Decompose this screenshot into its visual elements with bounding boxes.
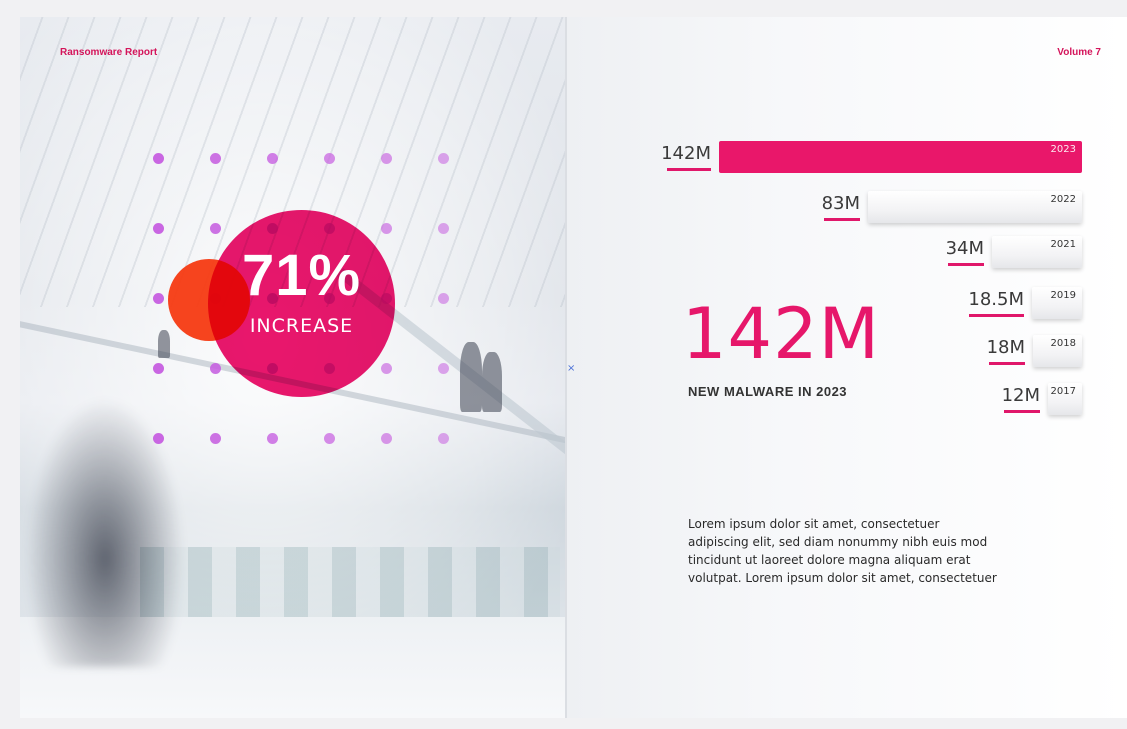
bar-year-label: 2022: [1050, 194, 1076, 205]
bar-2021: 2021: [992, 236, 1082, 268]
grid-dot: [324, 153, 335, 164]
bar-value-underline: [948, 263, 984, 266]
bar-value-label: 83M: [821, 193, 860, 214]
increase-percent: 71%: [241, 243, 362, 308]
grid-dot: [438, 153, 449, 164]
bar-year-label: 2023: [1050, 144, 1076, 155]
increase-label: INCREASE: [249, 315, 354, 337]
big-stat-number: 142M: [682, 293, 881, 375]
bar-value-label: 18.5M: [968, 289, 1024, 310]
grid-dot: [267, 433, 278, 444]
bar-value-underline: [969, 314, 1024, 317]
bar-2022: 2022: [868, 191, 1082, 223]
grid-dot: [381, 223, 392, 234]
grid-dot: [210, 153, 221, 164]
bar-2023: 2023: [719, 141, 1082, 173]
grid-dot: [210, 223, 221, 234]
glass-storefront: [140, 547, 560, 627]
grid-dot: [153, 223, 164, 234]
bar-value-label: 18M: [986, 337, 1025, 358]
grid-dot: [438, 363, 449, 374]
grid-dot: [153, 433, 164, 444]
grid-dot: [267, 153, 278, 164]
grid-dot: [153, 293, 164, 304]
grid-dot: [324, 433, 335, 444]
person-figure: [158, 330, 170, 358]
grid-dot: [381, 153, 392, 164]
bar-year-label: 2021: [1050, 239, 1076, 250]
person-figure: [482, 352, 502, 412]
bar-value-label: 12M: [1001, 385, 1040, 406]
bar-value-underline: [667, 168, 711, 171]
grid-dot: [438, 293, 449, 304]
center-mark-icon: ×: [567, 363, 576, 374]
bar-value-label: 34M: [945, 238, 984, 259]
bar-year-label: 2017: [1050, 386, 1076, 397]
bar-2017: 2017: [1048, 383, 1082, 415]
grid-dot: [438, 433, 449, 444]
bar-2018: 2018: [1033, 335, 1082, 367]
bar-value-label: 142M: [661, 143, 711, 164]
grid-dot: [210, 363, 221, 374]
grid-dot: [381, 363, 392, 374]
bar-value-underline: [1004, 410, 1040, 413]
report-title: Ransomware Report: [60, 47, 158, 58]
grid-dot: [153, 153, 164, 164]
bar-value-underline: [824, 218, 860, 221]
grid-dot: [381, 433, 392, 444]
bar-year-label: 2018: [1050, 338, 1076, 349]
bar-value-underline: [989, 362, 1025, 365]
body-paragraph: Lorem ipsum dolor sit amet, consectetuer…: [688, 517, 997, 585]
grid-dot: [210, 433, 221, 444]
person-figure: [460, 342, 482, 412]
bar-2019: 2019: [1032, 287, 1082, 319]
report-spread: × Ransomware Report Volume 7 71% INCREAS…: [20, 17, 1127, 718]
big-stat-caption: NEW MALWARE IN 2023: [688, 384, 848, 399]
grid-dot: [153, 363, 164, 374]
volume-label: Volume 7: [1057, 47, 1101, 58]
bar-year-label: 2019: [1050, 290, 1076, 301]
grid-dot: [438, 223, 449, 234]
